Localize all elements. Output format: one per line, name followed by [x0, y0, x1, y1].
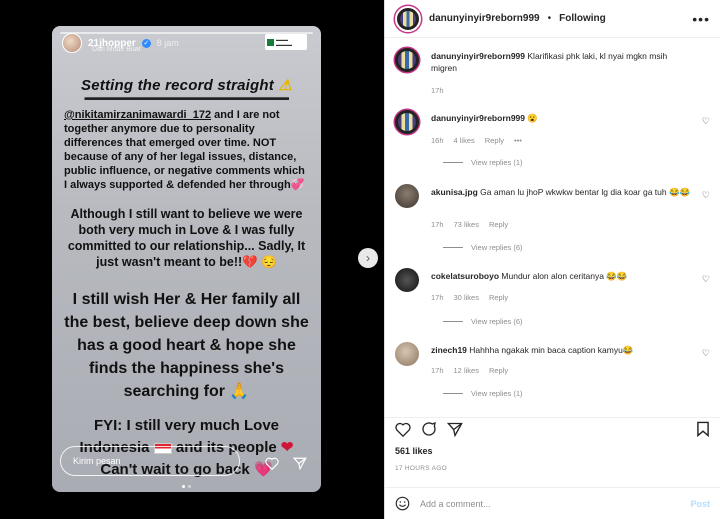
story-pagination [52, 485, 321, 488]
story-reply-input[interactable]: Kirim pesan [60, 446, 240, 476]
like-icon[interactable] [395, 422, 411, 437]
post-button[interactable]: Post [690, 499, 710, 509]
share-icon[interactable] [447, 422, 463, 437]
comment-meta: 17h 12 likes Reply [431, 366, 509, 375]
comment-icon[interactable] [421, 421, 437, 437]
story-avatar[interactable] [62, 33, 82, 53]
avatar[interactable] [395, 5, 421, 32]
reply-button[interactable]: Reply [485, 136, 504, 145]
story-divider: ▬▬▬▬▬▬▬▬▬▬▬▬▬▬▬▬▬▬▬▬▬▬▬▬ [84, 92, 290, 102]
like-heart-icon[interactable]: ♡ [702, 348, 710, 359]
caption-meta: 17h [431, 86, 444, 95]
comment-likes[interactable]: 30 likes [454, 293, 479, 302]
add-comment-bar: Add a comment... Post [385, 487, 720, 519]
post-header: danunyinyir9reborn999 • Following ••• [385, 0, 720, 38]
bookmark-icon[interactable] [696, 421, 710, 437]
next-arrow-icon[interactable]: › [358, 248, 378, 268]
post-username[interactable]: danunyinyir9reborn999 [429, 13, 540, 24]
comments-list: danunyinyir9reborn999 Klarifikasi phk la… [385, 38, 720, 418]
avatar[interactable] [395, 110, 419, 134]
likes-count[interactable]: 561 likes [395, 446, 433, 456]
more-options-icon[interactable]: ••• [692, 11, 710, 27]
reply-button[interactable]: Reply [489, 366, 508, 375]
comment-likes[interactable]: 4 likes [454, 136, 475, 145]
post-time: 17 HOURS AGO [395, 465, 448, 472]
separator-dot: • [547, 13, 552, 24]
view-replies-button[interactable]: View replies (6) [443, 243, 523, 252]
story-paragraph-2: Although I still want to believe we were… [67, 207, 306, 269]
verified-badge-icon: ✓ [141, 38, 151, 48]
like-heart-icon[interactable]: ♡ [702, 274, 710, 285]
sticker-text: ▬▬▬ ▬▬▬▬ [276, 37, 292, 47]
page-dot [188, 485, 191, 488]
story-card[interactable]: 21jhopper ✓ 8 jam Dari Mode Buat ▬▬▬ ▬▬▬▬… [52, 26, 321, 492]
comment-meta: 17h 30 likes Reply [431, 293, 509, 302]
reply-button[interactable]: Reply [489, 293, 508, 302]
avatar[interactable] [395, 48, 419, 72]
list-item: cokelatsuroboyo Mundur alon alon ceritan… [395, 268, 710, 318]
comment-text: akunisa.jpg Ga aman lu jhoP wkwkw bentar… [431, 187, 691, 197]
story-actions [265, 457, 307, 470]
page-dot [182, 485, 185, 488]
heart-icon[interactable] [265, 457, 279, 470]
post-actions [395, 418, 710, 440]
like-heart-icon[interactable]: ♡ [702, 116, 710, 127]
comment-more-icon[interactable]: ••• [514, 136, 522, 145]
list-item: akunisa.jpg Ga aman lu jhoP wkwkw bentar… [395, 184, 710, 244]
view-replies-button[interactable]: View replies (6) [443, 317, 523, 326]
view-replies-button[interactable]: View replies (1) [443, 389, 523, 398]
avatar[interactable] [395, 342, 419, 366]
emoji-icon[interactable] [395, 496, 410, 511]
sticker-logo-icon [267, 38, 274, 46]
comment-text: zinech19 Hahhha ngakak min baca caption … [431, 345, 634, 355]
story-panel: 21jhopper ✓ 8 jam Dari Mode Buat ▬▬▬ ▬▬▬▬… [0, 0, 384, 519]
comment-meta: 17h 73 likes Reply [431, 220, 509, 229]
following-button[interactable]: Following [559, 13, 606, 24]
caption-text: danunyinyir9reborn999 Klarifikasi phk la… [431, 51, 668, 73]
comment-meta: 16h 4 likes Reply ••• [431, 136, 522, 145]
comment-text: cokelatsuroboyo Mundur alon alon ceritan… [431, 271, 628, 281]
add-comment-input[interactable]: Add a comment... [420, 499, 680, 509]
avatar[interactable] [395, 184, 419, 208]
send-icon[interactable] [293, 457, 307, 470]
reply-button[interactable]: Reply [489, 220, 508, 229]
story-sticker: ▬▬▬ ▬▬▬▬ [265, 34, 307, 50]
story-text: Setting the record straight ⚠ ▬▬▬▬▬▬▬▬▬▬… [52, 76, 321, 481]
like-heart-icon[interactable]: ♡ [702, 190, 710, 201]
comment-likes[interactable]: 73 likes [454, 220, 479, 229]
post-panel: danunyinyir9reborn999 • Following ••• da… [384, 0, 720, 519]
story-time: 8 jam [156, 38, 179, 48]
caption: danunyinyir9reborn999 Klarifikasi phk la… [395, 48, 710, 98]
comment-likes[interactable]: 12 likes [454, 366, 479, 375]
story-mention[interactable]: @nikitamirzanimawardi_172 [64, 109, 211, 121]
story-subtitle: Dari Mode Buat [92, 46, 141, 53]
story-paragraph-3: I still wish Her & Her family all the be… [64, 291, 309, 400]
list-item: zinech19 Hahhha ngakak min baca caption … [395, 342, 710, 392]
story-paragraph-1: @nikitamirzanimawardi_172 and I are not … [64, 109, 305, 191]
view-replies-button[interactable]: View replies (1) [443, 158, 523, 167]
comment-text: danunyinyir9reborn999 😮 [431, 113, 538, 123]
avatar[interactable] [395, 268, 419, 292]
